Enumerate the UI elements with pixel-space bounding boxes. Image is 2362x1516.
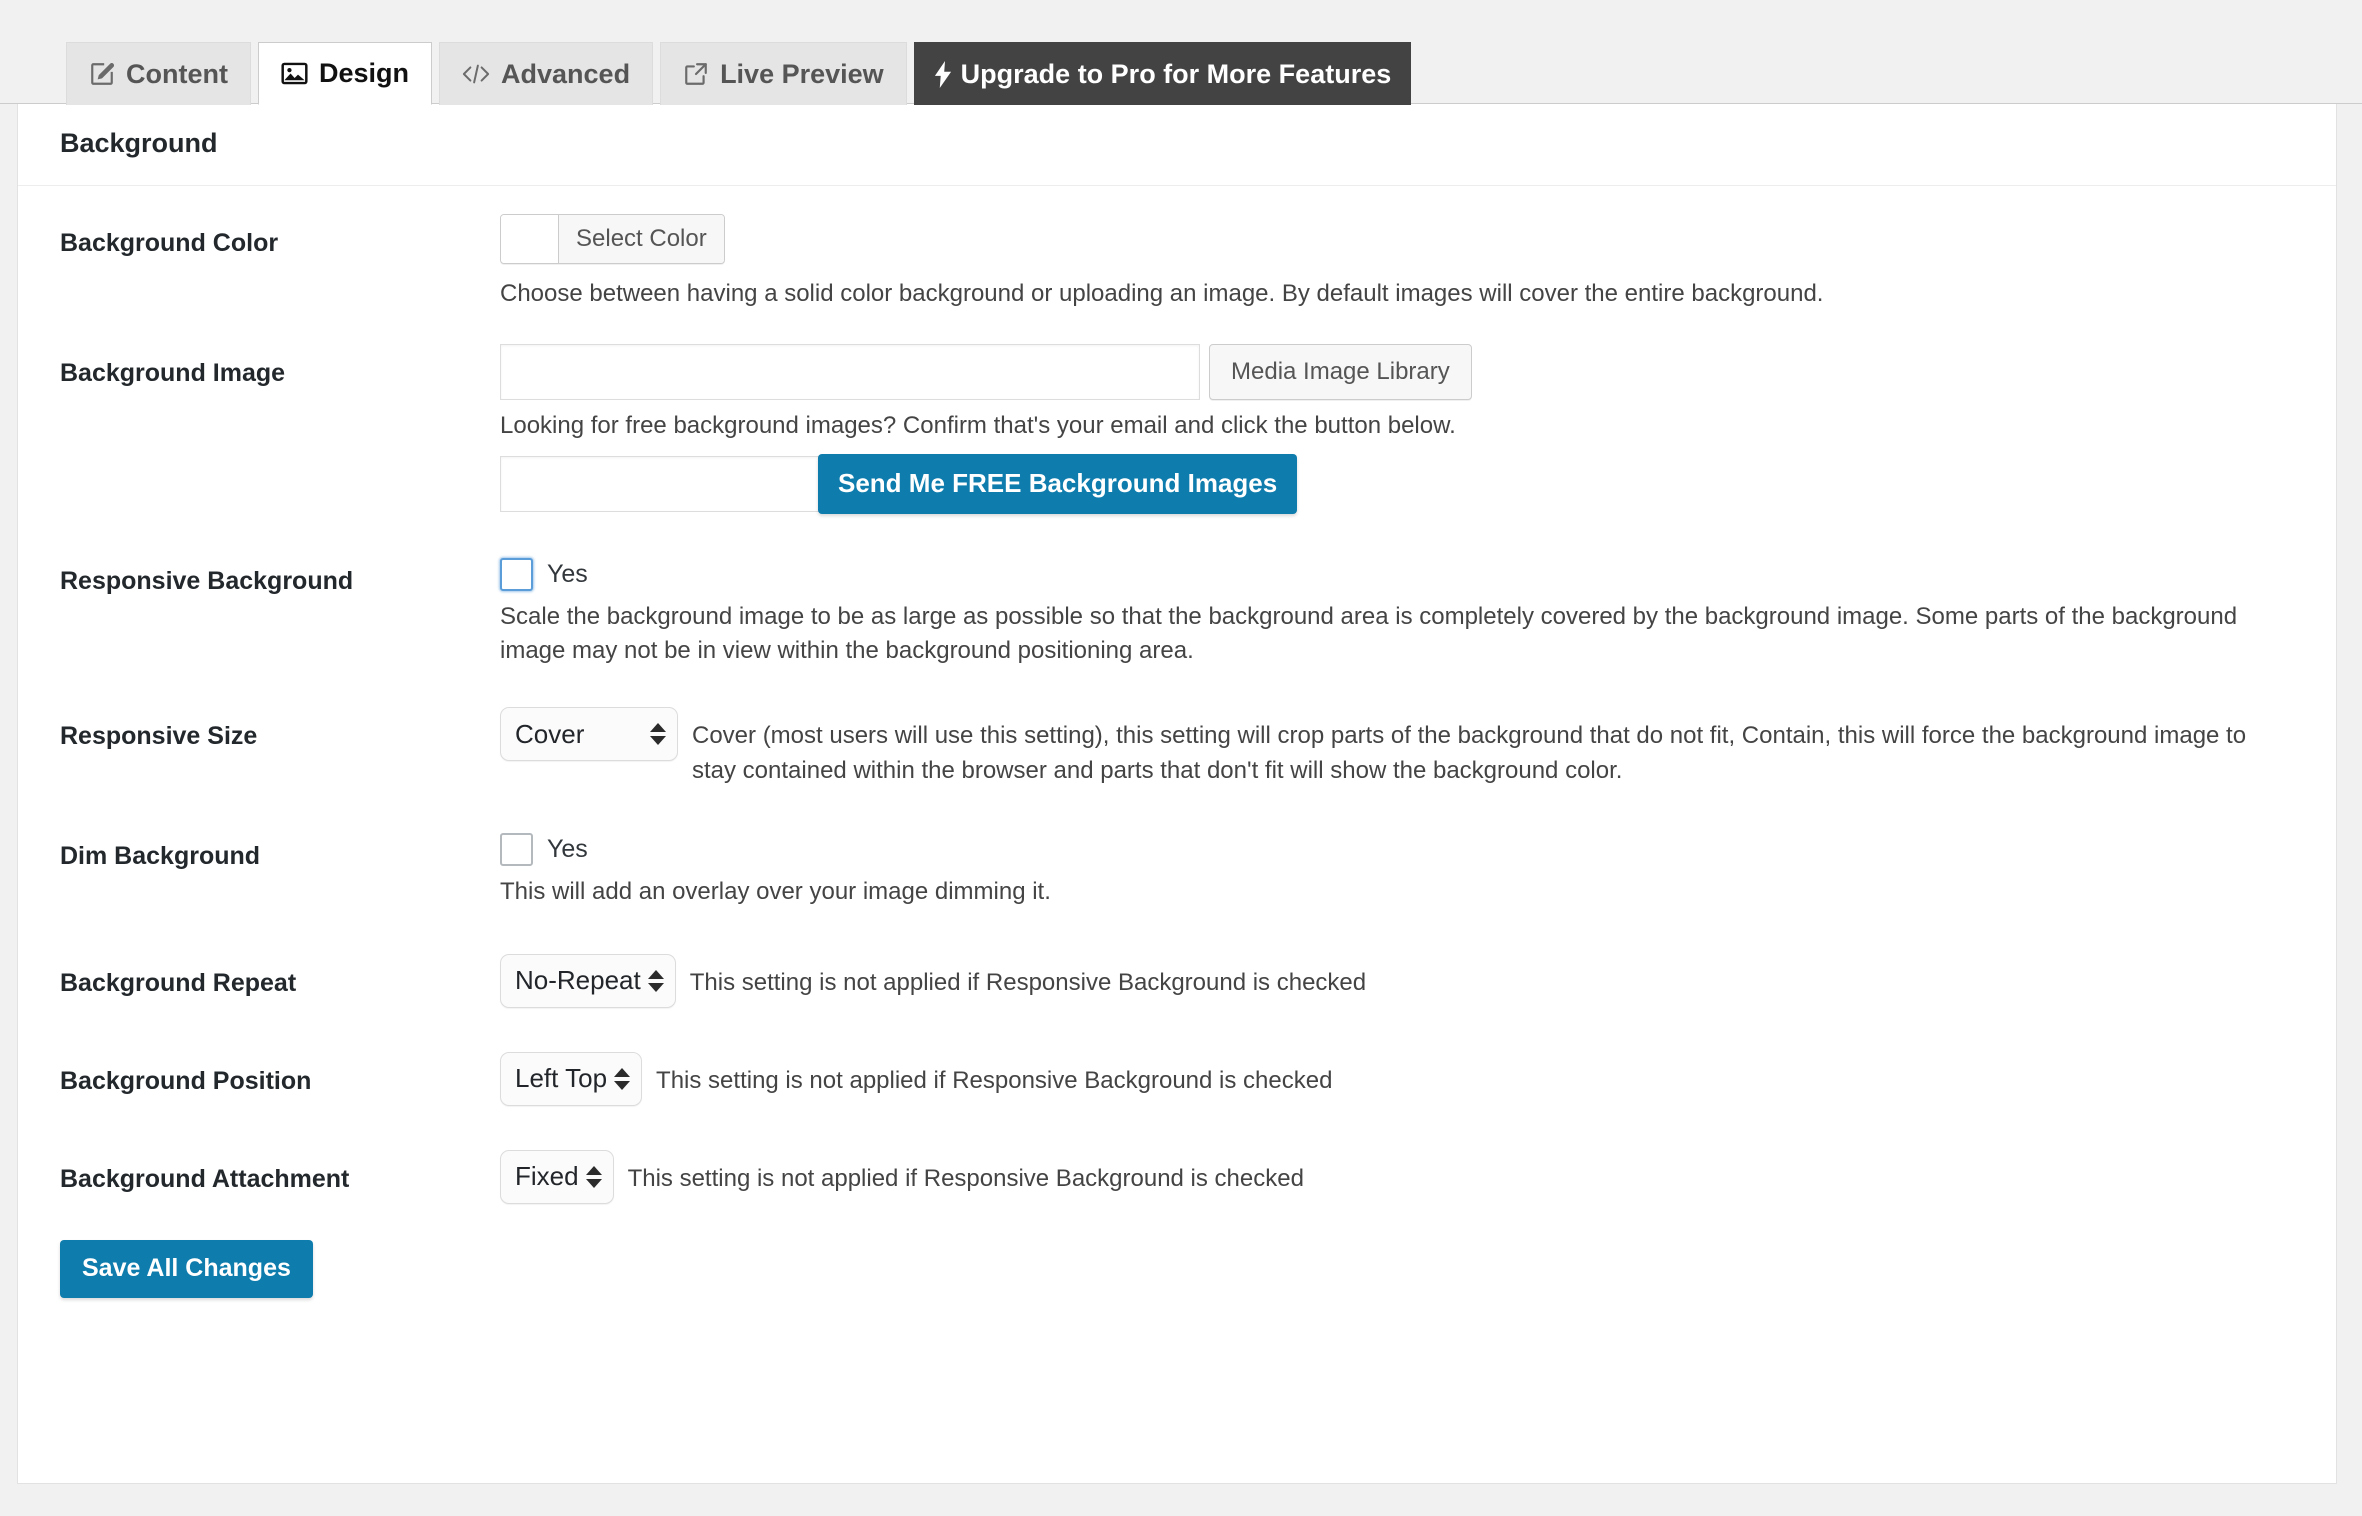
background-position-select[interactable]: Left Top (500, 1051, 643, 1106)
row-responsive-background: Responsive Background Yes Scale the back… (18, 552, 2336, 670)
field-background-attachment: Fixed This setting is not applied if Res… (500, 1149, 2336, 1204)
edit-square-icon (89, 61, 115, 87)
tab-advanced-label: Advanced (501, 58, 631, 89)
email-field[interactable] (500, 455, 820, 512)
field-background-repeat: No-Repeat This setting is not applied if… (500, 953, 2336, 1008)
send-free-background-images-button[interactable]: Send Me FREE Background Images (818, 453, 1298, 514)
free-images-input-group: Send Me FREE Background Images (500, 453, 2296, 514)
background-repeat-select[interactable]: No-Repeat (500, 953, 676, 1008)
background-attachment-value: Fixed (515, 1161, 579, 1192)
background-position-value: Left Top (515, 1063, 608, 1094)
background-image-url-input[interactable] (500, 343, 1200, 400)
description-responsive-size: Cover (most users will use this setting)… (692, 722, 2247, 784)
label-dim-background: Dim Background (60, 841, 261, 870)
select-arrows-icon (650, 723, 666, 746)
media-image-library-button[interactable]: Media Image Library (1209, 343, 1472, 400)
background-attachment-group: Fixed This setting is not applied if Res… (500, 1149, 2296, 1204)
description-dim-background: This will add an overlay over your image… (500, 877, 1051, 905)
row-responsive-size: Responsive Size Cover Cover (most users … (18, 707, 2336, 789)
image-icon (281, 60, 308, 87)
field-responsive-background: Yes Scale the background image to be as … (500, 552, 2336, 670)
tab-upgrade-label: Upgrade to Pro for More Features (960, 58, 1392, 89)
row-background-repeat: Background Repeat No-Repeat This setting… (18, 953, 2336, 1008)
tab-live-preview[interactable]: Live Preview (660, 42, 907, 105)
dim-background-checkbox-group[interactable]: Yes (500, 827, 2296, 866)
select-color-label[interactable]: Select Color (559, 215, 724, 263)
label-background-repeat: Background Repeat (60, 968, 297, 997)
label-background-attachment: Background Attachment (60, 1164, 350, 1193)
responsive-background-checkbox[interactable] (500, 557, 533, 591)
tab-bar: Content Design Advanced Live Preview Upg… (0, 0, 2362, 105)
row-dim-background: Dim Background Yes This will add an over… (18, 827, 2336, 910)
responsive-size-value: Cover (515, 718, 585, 749)
label-background-color: Background Color (60, 229, 279, 257)
external-link-icon (683, 61, 709, 87)
description-background-repeat: This setting is not applied if Responsiv… (689, 968, 1367, 996)
background-position-group: Left Top This setting is not applied if … (500, 1051, 2296, 1106)
color-swatch[interactable] (501, 215, 559, 263)
field-responsive-size: Cover Cover (most users will use this se… (500, 707, 2336, 789)
responsive-size-group: Cover Cover (most users will use this se… (500, 707, 2296, 789)
field-dim-background: Yes This will add an overlay over your i… (500, 827, 2336, 910)
row-background-image: Background Image Media Image Library Loo… (18, 343, 2336, 514)
tab-content[interactable]: Content (66, 42, 251, 105)
responsive-background-checkbox-label: Yes (547, 559, 588, 588)
panel-header: Background (18, 104, 2336, 186)
code-icon (462, 62, 490, 86)
lightning-bolt-icon (934, 60, 952, 88)
responsive-background-checkbox-group[interactable]: Yes (500, 552, 2296, 591)
panel-body: Background Color Select Color Choose bet… (18, 186, 2336, 1340)
description-background-image: Looking for free background images? Conf… (500, 411, 1456, 439)
background-image-input-group: Media Image Library (500, 343, 2296, 400)
row-background-color: Background Color Select Color Choose bet… (18, 214, 2336, 312)
background-repeat-value: No-Repeat (515, 965, 641, 996)
row-background-attachment: Background Attachment Fixed This setting… (18, 1149, 2336, 1204)
tab-content-label: Content (126, 58, 228, 89)
row-background-position: Background Position Left Top This settin… (18, 1051, 2336, 1106)
field-background-image: Media Image Library Looking for free bac… (500, 343, 2336, 514)
label-background-position: Background Position (60, 1066, 312, 1095)
tab-design-label: Design (318, 58, 410, 88)
color-picker-button[interactable]: Select Color (500, 214, 725, 264)
label-responsive-size: Responsive Size (60, 722, 258, 751)
description-responsive-background: Scale the background image to be as larg… (500, 602, 2238, 665)
background-settings-panel: Background Background Color Select Color… (17, 104, 2337, 1484)
background-attachment-select[interactable]: Fixed (500, 1149, 614, 1204)
tab-advanced[interactable]: Advanced (439, 42, 654, 105)
save-all-changes-button[interactable]: Save All Changes (60, 1239, 313, 1298)
panel-footer: Save All Changes (18, 1210, 2336, 1340)
background-repeat-group: No-Repeat This setting is not applied if… (500, 953, 2296, 1008)
page-bottom-spacer (0, 1484, 2362, 1506)
dim-background-checkbox[interactable] (500, 832, 533, 866)
tab-design[interactable]: Design (257, 42, 433, 105)
description-background-color: Choose between having a solid color back… (500, 280, 1824, 307)
tab-live-preview-label: Live Preview (720, 58, 884, 89)
select-arrows-icon (614, 1067, 631, 1090)
page-title: Background (60, 128, 218, 158)
tab-upgrade-to-pro[interactable]: Upgrade to Pro for More Features (913, 42, 1412, 105)
label-background-image: Background Image (60, 358, 286, 387)
description-background-attachment: This setting is not applied if Responsiv… (627, 1164, 1304, 1192)
description-background-position: This setting is not applied if Responsiv… (656, 1066, 1333, 1094)
field-background-color: Select Color Choose between having a sol… (500, 214, 2336, 312)
responsive-size-select[interactable]: Cover (500, 707, 678, 762)
field-background-position: Left Top This setting is not applied if … (500, 1051, 2336, 1106)
select-arrows-icon (647, 969, 664, 992)
label-responsive-background: Responsive Background (60, 566, 354, 595)
select-arrows-icon (585, 1165, 602, 1188)
dim-background-checkbox-label: Yes (547, 834, 588, 863)
